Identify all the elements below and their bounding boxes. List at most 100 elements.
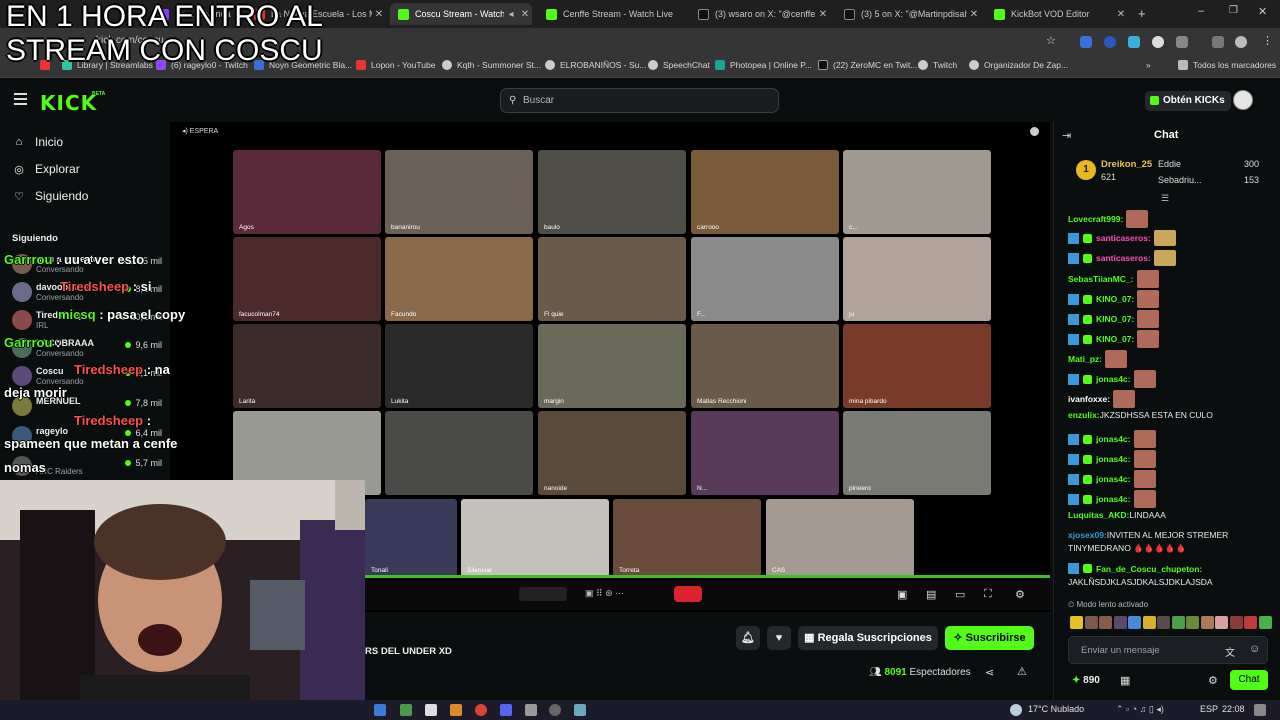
bookmark-item[interactable]: Twitch bbox=[918, 60, 957, 70]
gift-box-icon[interactable]: ▦ bbox=[1120, 674, 1130, 687]
chat-username[interactable]: SebasTiianMC_: bbox=[1068, 274, 1134, 284]
emote-quick-pick[interactable] bbox=[1099, 616, 1112, 629]
participant-tile[interactable] bbox=[385, 411, 533, 495]
chat-username[interactable]: Mati_pz: bbox=[1068, 354, 1102, 364]
report-warning-icon[interactable]: ⚠ bbox=[1017, 665, 1027, 678]
hamburger-menu-icon[interactable] bbox=[14, 93, 27, 105]
emote-quick-pick[interactable] bbox=[1128, 616, 1141, 629]
expand-leaderboard-icon[interactable]: ☰ bbox=[1161, 193, 1169, 204]
restore-button[interactable]: ❐ bbox=[1229, 5, 1238, 16]
chat-message[interactable]: JAKLÑSDJKLASJDKALSJDKLAJSDA bbox=[1068, 577, 1213, 587]
nav-explorar[interactable]: ◎ Explorar bbox=[12, 162, 80, 176]
close-icon[interactable]: ✕ bbox=[1114, 9, 1128, 20]
chat-username[interactable]: jonas4c: bbox=[1096, 374, 1131, 384]
emoji-icon[interactable]: ☺ bbox=[1249, 643, 1260, 655]
participant-tile[interactable]: margin bbox=[538, 324, 686, 408]
participant-tile[interactable]: pineero bbox=[843, 411, 991, 495]
chat-username[interactable]: santicaseros: bbox=[1096, 253, 1151, 263]
weather-text[interactable]: 17°C Nublado bbox=[1028, 704, 1084, 714]
chat-message[interactable]: jonas4c: bbox=[1068, 450, 1156, 468]
system-tray-icons[interactable]: ⌃ ▫ ◔ ♫ ▯ ◂) bbox=[1116, 704, 1164, 715]
bookmark-item[interactable]: (22) ZeroMC en Twit... bbox=[818, 60, 917, 70]
bookmark-item[interactable]: Lopon - YouTube bbox=[356, 60, 435, 70]
participant-tile[interactable]: carrooo bbox=[691, 150, 839, 234]
gift-subs-button[interactable]: ▦ Regala Suscripciones bbox=[798, 626, 938, 650]
chat-username[interactable]: jonas4c: bbox=[1096, 434, 1131, 444]
follow-heart-button[interactable]: ♥ bbox=[767, 626, 791, 650]
emote-quick-pick[interactable] bbox=[1244, 616, 1257, 629]
close-icon[interactable]: ✕ bbox=[372, 9, 386, 20]
browser-tab[interactable]: KickBot VOD Editor ✕ bbox=[986, 3, 1128, 25]
chat-username[interactable]: xjosex09: bbox=[1068, 530, 1107, 540]
profile-icon[interactable] bbox=[1235, 36, 1247, 48]
chat-input[interactable]: Enviar un mensaje 文 ☺ bbox=[1068, 636, 1268, 664]
new-tab-button[interactable]: + bbox=[1138, 6, 1146, 21]
notification-bell-button[interactable]: 🔔︎ bbox=[736, 626, 760, 650]
chat-username[interactable]: jonas4c: bbox=[1096, 474, 1131, 484]
puzzle-icon[interactable] bbox=[1176, 36, 1188, 48]
obs-icon[interactable] bbox=[549, 704, 561, 716]
close-icon[interactable]: ✕ bbox=[816, 9, 830, 20]
chat-username[interactable]: jonas4c: bbox=[1096, 494, 1131, 504]
extension-icon[interactable] bbox=[1152, 36, 1164, 48]
chat-message[interactable]: santicaseros: bbox=[1068, 230, 1176, 246]
emote-quick-pick[interactable] bbox=[1171, 616, 1185, 629]
chat-message[interactable]: Luquitas_AKD: LINDAAA bbox=[1068, 510, 1166, 520]
chat-message[interactable]: TINYMEDRANO 🩸🩸🩸🩸🩸 bbox=[1068, 543, 1186, 554]
chat-settings-icon[interactable]: ⚙ bbox=[1208, 674, 1218, 687]
collapse-chat-icon[interactable]: ⇥ bbox=[1062, 129, 1071, 142]
bookmark-item[interactable]: Photopea | Online P... bbox=[715, 60, 812, 70]
translate-icon[interactable]: 文 bbox=[1225, 644, 1235, 659]
subscribe-button[interactable]: ✧ Suscribirse bbox=[945, 626, 1034, 650]
chat-message[interactable]: KINO_07: bbox=[1068, 310, 1160, 328]
nav-siguiendo[interactable]: ♡ Siguiendo bbox=[12, 189, 88, 203]
more-vert-icon[interactable]: ⋮ bbox=[1262, 34, 1273, 47]
taskbar-app-icon[interactable] bbox=[400, 704, 412, 716]
participant-tile[interactable]: Silenciar bbox=[461, 499, 609, 577]
close-icon[interactable]: ✕ bbox=[967, 9, 981, 20]
participant-tile[interactable]: bananirou bbox=[385, 150, 533, 234]
bookmark-item[interactable]: ELROBANIÑOS - Su... bbox=[545, 60, 646, 70]
chat-message[interactable]: KINO_07: bbox=[1068, 330, 1160, 348]
chat-username[interactable]: Luquitas_AKD: bbox=[1068, 510, 1129, 520]
participant-tile[interactable]: Facundo bbox=[385, 237, 533, 321]
chat-username[interactable]: Fan_de_Coscu_chupeton: bbox=[1096, 564, 1202, 574]
participant-tile[interactable]: Matias Recchioni bbox=[691, 324, 839, 408]
language-indicator[interactable]: ESP bbox=[1200, 704, 1218, 714]
emote-quick-pick[interactable] bbox=[1200, 616, 1214, 629]
chat-username[interactable]: enzulix: bbox=[1068, 410, 1100, 420]
participant-tile[interactable]: Lukita bbox=[385, 324, 533, 408]
participant-tile[interactable]: Torreta bbox=[613, 499, 761, 577]
browser-tab[interactable]: (3) wsaro on X: "@cenffe144 ✕ bbox=[690, 3, 830, 25]
participant-tile[interactable]: baulo bbox=[538, 150, 686, 234]
chat-username[interactable]: ivanfoxxe: bbox=[1068, 394, 1110, 404]
menu-list-icon[interactable] bbox=[1212, 36, 1224, 48]
chat-message[interactable]: Fan_de_Coscu_chupeton: bbox=[1068, 563, 1202, 574]
chat-message[interactable]: jonas4c: bbox=[1068, 470, 1156, 488]
taskbar-app-icon[interactable] bbox=[425, 704, 437, 716]
taskbar-app-icon[interactable] bbox=[574, 704, 586, 716]
emote-bar[interactable] bbox=[1070, 616, 1272, 630]
chat-username[interactable]: Lovecraft999: bbox=[1068, 214, 1123, 224]
taskbar-app-icon[interactable] bbox=[374, 704, 386, 716]
chat-username[interactable]: KINO_07: bbox=[1096, 334, 1134, 344]
chat-message[interactable]: jonas4c: bbox=[1068, 490, 1156, 508]
chat-message[interactable]: enzulix: JKZSDHSSA ESTA EN CULO bbox=[1068, 410, 1213, 420]
speaker-icon[interactable]: ◂ bbox=[504, 9, 518, 20]
send-chat-button[interactable]: Chat bbox=[1230, 670, 1268, 690]
emote-quick-pick[interactable] bbox=[1186, 616, 1199, 629]
emote-quick-pick[interactable] bbox=[1258, 616, 1272, 629]
clip-icon[interactable]: ▤ bbox=[926, 588, 936, 601]
participant-tile[interactable]: Fl quie bbox=[538, 237, 686, 321]
meeting-tools-icons[interactable]: ▣ ⠿ ⊛ ⋯ bbox=[585, 588, 624, 599]
emote-quick-pick[interactable] bbox=[1142, 616, 1156, 629]
clock[interactable]: 22:08 bbox=[1222, 704, 1245, 714]
chat-message[interactable]: Lovecraft999: bbox=[1068, 210, 1149, 228]
nav-inicio[interactable]: ⌂ Inicio bbox=[12, 135, 63, 149]
taskbar-app-icon[interactable] bbox=[525, 704, 537, 716]
chat-message[interactable]: santicaseros: bbox=[1068, 250, 1176, 266]
participant-tile[interactable]: mina pibardo bbox=[843, 324, 991, 408]
emote-quick-pick[interactable] bbox=[1084, 616, 1098, 629]
bookmark-item[interactable]: SpeechChat bbox=[648, 60, 710, 70]
participant-tile[interactable]: facucolman74 bbox=[233, 237, 381, 321]
